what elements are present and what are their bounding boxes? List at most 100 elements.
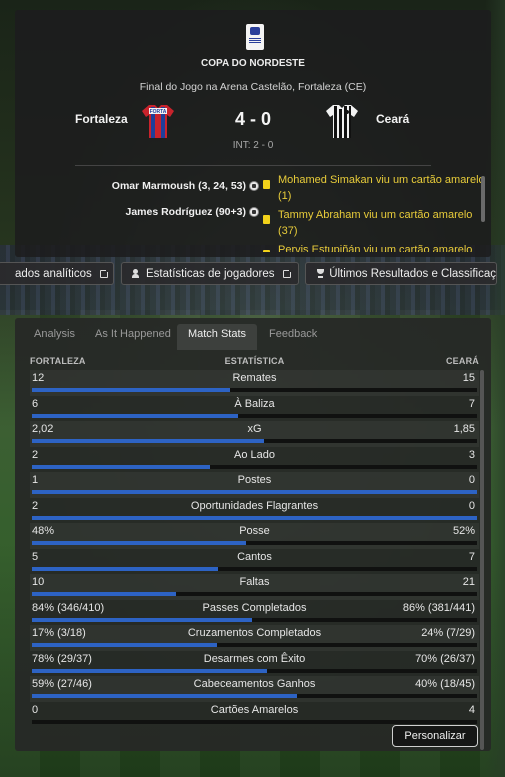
away-team-name[interactable]: Ceará <box>376 112 409 126</box>
stat-label: À Baliza <box>234 397 275 410</box>
stat-bar-fill <box>32 617 252 622</box>
stat-away-value: 70% (26/37) <box>415 652 475 665</box>
stat-bar-fill <box>32 439 265 443</box>
player-stats-link-button[interactable]: Estatísticas de jogadores <box>121 262 299 285</box>
event-item[interactable]: Mohamed Simakan viu um cartão amarelo (1… <box>260 172 485 204</box>
tab-match-stats[interactable]: Match Stats <box>177 326 257 348</box>
stat-bar-fill <box>32 643 217 647</box>
halftime-score: INT: 2 - 0 <box>232 140 274 151</box>
analytics-link-button[interactable]: ados analíticos <box>0 262 114 285</box>
competition-name: COPA DO NORDESTE <box>201 58 305 69</box>
event-item[interactable]: Pervis Estupiñán viu um cartão amarelo <box>260 242 485 252</box>
results-link-button[interactable]: Últimos Resultados e Classificaç <box>305 262 497 285</box>
customize-button[interactable]: Personalizar <box>392 725 478 747</box>
tab-analysis[interactable]: Analysis <box>34 326 75 348</box>
stat-row: 1 Postes 0 <box>30 472 479 498</box>
stat-bar-fill <box>32 668 267 673</box>
goal-scorer[interactable]: Omar Marmoush (3, 24, 53) <box>112 180 246 192</box>
stat-label: Desarmes com Êxito <box>203 652 306 665</box>
stat-label: Oportunidades Flagrantes <box>190 499 319 512</box>
yellow-card-icon <box>263 180 270 189</box>
stat-away-value: 4 <box>468 703 475 716</box>
stat-row: 5 Cantos 7 <box>30 549 479 575</box>
stat-away-value: 40% (18/45) <box>415 678 475 690</box>
stat-label: Postes <box>237 474 272 486</box>
tab-as-it-happened[interactable]: As It Happened <box>95 326 171 348</box>
stat-row: 12 Remates 15 <box>30 370 479 396</box>
stat-bar-track <box>32 617 477 622</box>
venue-text: Final do Jogo na Arena Castelão, Fortale… <box>139 81 367 93</box>
event-text: Tammy Abraham viu um cartão amarelo (37) <box>278 209 473 237</box>
stat-away-value: 1,85 <box>453 423 475 435</box>
tab-feedback[interactable]: Feedback <box>269 326 317 348</box>
stat-label: Remates <box>232 372 277 384</box>
stat-bar-fill <box>32 694 298 698</box>
final-score: 4 - 0 <box>234 109 272 129</box>
event-text: Pervis Estupiñán viu um cartão amarelo <box>278 244 473 252</box>
external-link-icon <box>99 267 110 278</box>
stat-label: Posse <box>239 525 270 537</box>
stat-bar-fill <box>32 541 246 545</box>
analytics-link-label: ados analíticos <box>15 267 92 280</box>
stat-row: 48% Posse 52% <box>30 523 479 549</box>
stat-bar-fill <box>32 464 210 469</box>
stats-header-stat: ESTATÍSTICA <box>224 356 285 366</box>
ball-icon <box>249 207 259 217</box>
stat-row: 84% (346/410) Passes Completados 86% (381/… <box>30 600 479 626</box>
external-link-icon <box>282 267 293 278</box>
event-item[interactable]: Tammy Abraham viu um cartão amarelo (37) <box>260 207 485 239</box>
stat-bar-track <box>32 541 477 545</box>
stats-header-away: CEARÁ <box>445 356 479 366</box>
stat-away-value: 15 <box>462 372 475 384</box>
stat-bar-track <box>32 566 477 571</box>
stat-bar-fill <box>32 413 238 418</box>
goal-scorer[interactable]: James Rodríguez (90+3) <box>125 206 246 218</box>
results-link-label: Últimos Resultados e Classificaç <box>329 267 496 280</box>
trophy-icon <box>316 269 325 278</box>
stat-bar-track <box>32 413 477 418</box>
stat-label: xG <box>247 423 262 435</box>
stat-row: 59% (27/46) Cabeceamentos Ganhos 40% (18/4… <box>30 676 479 702</box>
stat-row: 78% (29/37) Desarmes com Êxito 70% (26/37) <box>30 651 479 677</box>
stat-bar-track <box>32 515 477 520</box>
away-kit-icon <box>326 105 358 138</box>
event-text: Mohamed Simakan viu um cartão amarelo (1… <box>278 174 485 202</box>
stat-bar-track <box>32 592 477 596</box>
stat-bar-fill <box>32 388 230 392</box>
stat-label: Faltas <box>239 576 270 588</box>
stat-bar-track <box>32 719 477 724</box>
stat-bar-fill <box>32 490 477 494</box>
stat-away-value: 0 <box>468 499 475 512</box>
match-stats-panel: Analysis As It Happened Match Stats Feed… <box>15 318 491 751</box>
home-kit-icon: FORTA <box>142 105 174 138</box>
summary-divider <box>75 165 431 166</box>
stat-bar-track <box>32 439 477 443</box>
ball-icon <box>249 181 259 191</box>
stat-away-value: 24% (7/29) <box>421 627 475 639</box>
stat-row: 17% (3/18) Cruzamentos Completados 24% (7/… <box>30 625 479 651</box>
match-summary-panel: COPA DO NORDESTE Final do Jogo na Arena … <box>15 10 491 257</box>
events-scrollbar[interactable] <box>481 176 485 222</box>
stat-row: 10 Faltas 21 <box>30 574 479 600</box>
stats-scrollbar[interactable] <box>480 370 484 750</box>
competition-logo-icon <box>246 24 264 50</box>
stat-row: 6À Baliza 7 <box>30 396 479 422</box>
stats-header: FORTALEZA ESTATÍSTICA CEARÁ <box>30 356 479 370</box>
home-kit-text: FORTA <box>150 109 167 115</box>
stat-away-value: 21 <box>462 576 475 588</box>
stat-row: 2 Oportunidades Flagrantes 0 <box>30 498 479 524</box>
stat-label: Ao Lado <box>234 448 275 461</box>
stat-label: Cartões Amarelos <box>210 703 299 716</box>
stat-bar-fill <box>32 592 176 596</box>
events-list: Mohamed Simakan viu um cartão amarelo (1… <box>260 172 485 252</box>
stats-rows: 12 Remates 15 6 À Baliza 7 2,02 xG 1,85 2 Ao Lado 3… <box>30 370 479 727</box>
stat-bar-track <box>32 643 477 647</box>
stat-away-value: 3 <box>468 448 475 461</box>
person-icon <box>132 269 139 278</box>
stat-away-value: 86% (381/441) <box>402 601 475 614</box>
stat-row: 0 Cartões Amarelos 4 <box>30 702 479 728</box>
home-team-name[interactable]: Fortaleza <box>75 112 128 126</box>
stat-label: Cruzamentos Completados <box>187 627 322 639</box>
stat-away-value: 52% <box>452 525 475 537</box>
yellow-card-icon <box>263 250 270 252</box>
